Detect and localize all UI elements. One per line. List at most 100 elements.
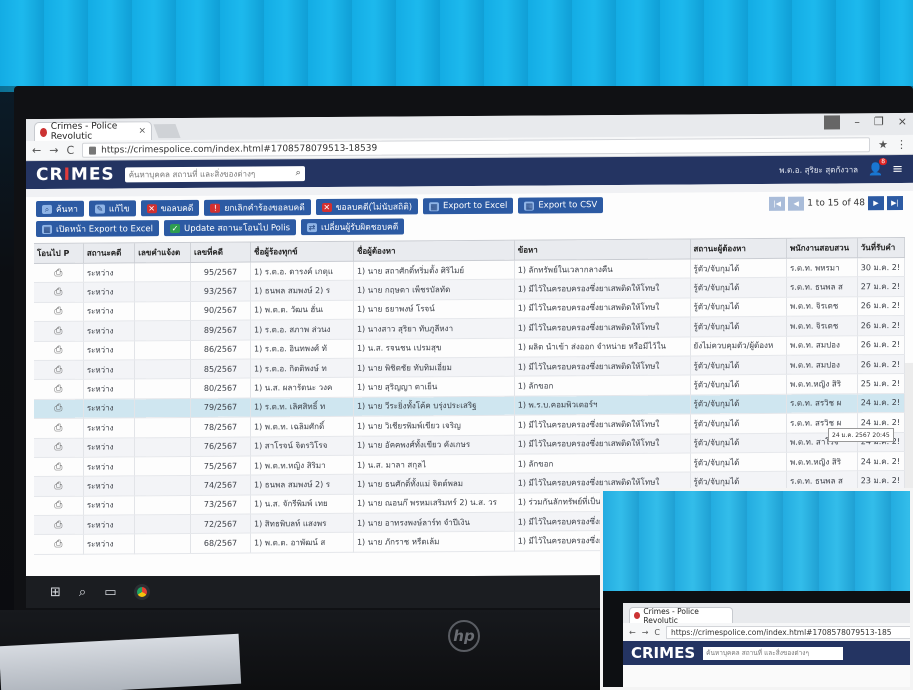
column-header[interactable]: สถานะคดี (83, 243, 135, 264)
button-label: Update สถานะโอนไป Polis (184, 223, 290, 234)
last-page-button[interactable]: ▶| (887, 195, 903, 211)
close-window-button[interactable]: × (898, 115, 907, 129)
print-icon[interactable]: ⎙ (34, 437, 84, 458)
browser-menu-icon[interactable]: ⋮ (896, 138, 907, 151)
table-cell: 76/2567 (190, 436, 251, 457)
column-header[interactable]: วันที่รับคำ (857, 237, 905, 258)
table-cell: 1) นาย ณอนก๊ พรหมเสริมทร์ 2) น.ส. วร (353, 492, 515, 514)
table-cell: 26 ม.ค. 2! (857, 296, 905, 316)
search-icon[interactable]: ⌕ (79, 585, 86, 600)
lock-icon (89, 146, 97, 155)
back-button[interactable]: ← (32, 144, 41, 157)
print-icon[interactable]: ⎙ (34, 360, 84, 380)
column-header[interactable]: พนักงานสอบสวน (786, 238, 858, 259)
hamburger-menu-icon[interactable]: ≡ (892, 161, 903, 176)
officer-name[interactable]: พ.ต.อ. สุริยะ สุดกังวาล (779, 163, 858, 177)
url-field[interactable]: https://crimespolice.com/index.html#1708… (82, 137, 871, 158)
table-cell: 1) มีไว้ในครอบครองซึ่งยาเสพติดให้โทษใ (514, 355, 691, 377)
print-icon[interactable]: ⎙ (34, 418, 84, 439)
print-icon[interactable]: ⎙ (34, 282, 84, 303)
table-cell: พ.ต.ท. จิรเดช (786, 296, 858, 317)
cancel-delete-request-icon: ! (210, 203, 221, 213)
column-header[interactable]: ข้อหา (514, 239, 691, 261)
column-header[interactable]: เลขที่คดี (190, 242, 251, 263)
column-header[interactable]: เลขคำแจ้งต (134, 242, 191, 263)
profile-icon[interactable] (824, 115, 841, 130)
print-icon[interactable]: ⎙ (34, 495, 84, 516)
window-controls: – ❐ × (824, 115, 907, 130)
browser-tab[interactable]: Crimes - Police Revolutic × (34, 121, 152, 142)
update-polis-status-button[interactable]: ✓ Update สถานะโอนไป Polis (164, 219, 296, 237)
minimize-button[interactable]: – (854, 115, 860, 129)
prev-page-button[interactable]: ◀ (788, 196, 805, 211)
table-cell: ระหว่าง (83, 379, 135, 399)
column-header[interactable]: ชื่อผู้ร้องทุกข์ (250, 241, 354, 263)
cancel-delete-request-button[interactable]: ! ยกเลิกคำร้องขอลบคดี (204, 199, 311, 216)
print-icon[interactable]: ⎙ (34, 476, 84, 497)
table-cell: 1) นาย พิชิตชัย ทับทิมเอี่ยม (353, 357, 515, 378)
inset-photo: Crimes - Police Revolutic ← → C https://… (600, 488, 913, 690)
table-cell: รู้ตัว/จับกุมได้ (690, 432, 787, 453)
print-icon[interactable]: ⎙ (34, 301, 84, 322)
forward-button[interactable]: → (49, 144, 58, 157)
table-cell: ระหว่าง (83, 359, 135, 380)
print-icon[interactable]: ⎙ (34, 340, 84, 361)
search-icon[interactable]: ⌕ (296, 168, 301, 178)
column-header[interactable]: ชื่อผู้ต้องหา (353, 240, 515, 262)
print-icon[interactable]: ⎙ (34, 398, 84, 419)
table-cell: 74/2567 (190, 475, 251, 496)
print-icon[interactable]: ⎙ (34, 379, 84, 400)
print-icon[interactable]: ⎙ (34, 534, 84, 555)
table-cell: รู้ตัว/จับกุมได้ (690, 277, 787, 298)
table-cell: 1) สาโรจน์ จิตรวิโรจ (250, 435, 354, 456)
table-cell (134, 495, 191, 515)
export-excel-button[interactable]: ▦ Export to Excel (423, 197, 514, 215)
table-cell: 1) นาย อาทรงพงษ์ลาร์ท จำปีเงิน (353, 512, 515, 533)
table-cell: 85/2567 (190, 358, 251, 379)
table-cell: 1) น.ส. ผลารัตนะ วงค (250, 377, 354, 398)
delete-case-no-stat-button[interactable]: ✕ ขอลบคดี(ไม่นับสถิติ) (315, 198, 419, 216)
table-cell: 26 ม.ค. 2! (857, 315, 905, 336)
global-search-input[interactable]: ค้นหาบุคคล สถานที่ และสิ่งของต่างๆ ⌕ (124, 165, 305, 182)
first-page-button[interactable]: |◀ (769, 196, 786, 211)
notification-bell-icon[interactable]: 👤 8 (868, 158, 888, 176)
button-label: แก้ไข (108, 204, 130, 215)
start-icon[interactable]: ⊞ (50, 585, 61, 600)
table-cell: 79/2567 (190, 397, 251, 418)
print-icon[interactable]: ⎙ (34, 457, 84, 477)
new-tab-button[interactable] (153, 124, 181, 139)
search-button[interactable]: ⌕ ค้นหา (36, 200, 84, 218)
table-cell: 1) ร.ต.ท. เลิศสิทธิ์ ท (250, 397, 354, 418)
print-icon[interactable]: ⎙ (34, 515, 84, 536)
reload-button[interactable]: C (66, 144, 74, 157)
tab-close-icon[interactable]: × (138, 126, 146, 136)
table-cell: 73/2567 (190, 494, 251, 515)
print-icon[interactable]: ⎙ (34, 263, 84, 283)
table-cell: ร.ต.ท. ธนพล ส (786, 277, 858, 298)
column-header[interactable]: โอนไป P (34, 243, 84, 264)
table-cell: 26 ม.ค. 2! (857, 335, 905, 355)
export-first-page-excel-icon: ▦ (42, 224, 52, 234)
change-case-officer-button[interactable]: ⇄ เปลี่ยนผู้รับผิดชอบคดี (301, 218, 405, 236)
table-cell (134, 320, 191, 341)
table-cell: 1) น.ส. จักรีพิมพ์ เทย (250, 493, 354, 515)
app-logo[interactable]: CRIMES (36, 164, 115, 185)
task-view-icon[interactable]: ▭ (104, 585, 116, 600)
inset-tab-title: Crimes - Police Revolutic (643, 606, 699, 625)
export-csv-button[interactable]: ▦ Export to CSV (518, 197, 604, 214)
maximize-button[interactable]: ❐ (874, 115, 884, 129)
table-cell: พ.ต.ท. สมปอง (786, 354, 858, 375)
delete-case-button[interactable]: ✕ ขอลบคดี (140, 199, 200, 217)
date-tooltip: 24 ม.ค. 2567 20:45 (828, 428, 894, 442)
column-header[interactable]: สถานะผู้ต้องหา (690, 238, 787, 259)
table-cell: 1) มีไว้ในครอบครองซึ่งยาเสพติดให้โทษใ (514, 317, 691, 338)
inset-forward-icon: → (641, 627, 649, 637)
table-cell: ยังไม่ควบคุมตัว/ผู้ต้องห (690, 335, 787, 356)
export-first-page-excel-button[interactable]: ▦ เปิดหน้า Export to Excel (36, 220, 159, 238)
table-cell: 27 ม.ค. 2! (857, 276, 905, 297)
edit-button[interactable]: ✎ แก้ไข (88, 200, 136, 217)
print-icon[interactable]: ⎙ (34, 321, 84, 342)
chrome-icon[interactable] (134, 584, 151, 600)
bookmark-star-icon[interactable]: ★ (878, 138, 888, 151)
next-page-button[interactable]: ▶ (868, 196, 884, 211)
